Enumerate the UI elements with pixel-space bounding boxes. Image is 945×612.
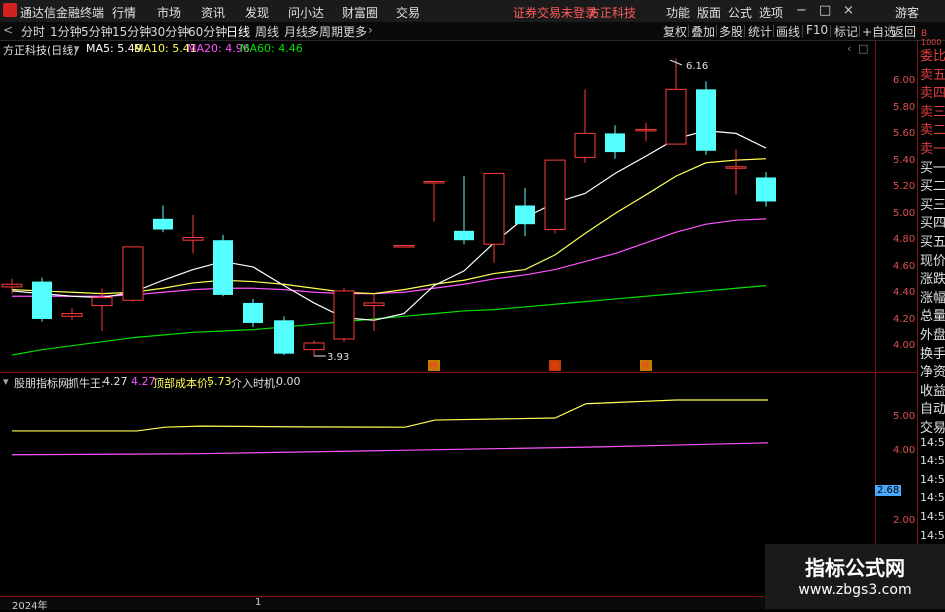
side-panel-label: 自动	[920, 402, 945, 418]
watermark-title: 指标公式网	[805, 556, 905, 580]
candle-body-up	[333, 290, 355, 340]
indicator-name[interactable]: 股朋指标网	[14, 375, 69, 391]
side-panel-label: 外盘	[920, 328, 945, 343]
price-tick: 6.00	[893, 75, 916, 86]
event-marker-text: 预	[641, 361, 650, 372]
candle-body-up	[574, 132, 596, 158]
annotations: 6.16 3.93 榜 涨 预	[314, 59, 708, 372]
indicator-tick: 5.00	[893, 411, 916, 422]
candle-body-up	[1, 283, 23, 288]
side-panel-label: 14:56	[920, 435, 945, 449]
candle-body-down	[756, 177, 776, 202]
side-panel-label: 卖五	[920, 67, 945, 83]
side-panel-label: 委比	[920, 49, 945, 64]
kline-chart[interactable]: 6.16 3.93 榜 涨 预	[0, 0, 945, 609]
price-tick: 4.60	[893, 261, 916, 272]
candle-body-up	[725, 166, 747, 169]
candle-body-down	[213, 240, 233, 295]
candle-body-down	[274, 320, 294, 354]
candle-body-up	[303, 342, 325, 351]
price-tick: 4.00	[893, 340, 916, 351]
side-panel-label: 涨跌	[920, 272, 945, 288]
cost-value: 5.73	[207, 375, 232, 388]
watermark-url: www.zbgs3.com	[798, 582, 912, 598]
event-marker-text: 榜	[429, 360, 438, 372]
niu-label: 抓牛王:	[68, 377, 105, 390]
price-tick: 5.20	[893, 181, 916, 192]
candle-body-up	[91, 297, 113, 307]
candle-body-up	[363, 302, 385, 307]
indicator-header: ▾ 股朋指标网 抓牛王: 4.27 4.27 顶部成本价: 5.73 介入时机:…	[0, 374, 870, 391]
price-tick: 5.40	[893, 155, 916, 166]
year-label: 2024年	[12, 601, 48, 612]
entry-label: 介入时机:	[231, 377, 279, 390]
candle-body-up	[423, 180, 445, 184]
price-tick: 4.40	[893, 287, 916, 298]
candle-body-down	[153, 218, 173, 230]
candle-body-up	[393, 245, 415, 248]
low-price-label: 3.93	[327, 352, 349, 363]
side-panel-label: 14:56	[920, 491, 945, 505]
candle-body-down	[32, 281, 52, 319]
side-panel-label: 净资	[920, 365, 945, 381]
side-panel-label: 买二	[920, 179, 945, 195]
side-panel-label: 买五	[920, 235, 945, 250]
indicator-lines	[11, 399, 769, 456]
cost-line	[12, 399, 768, 432]
candle-body-up	[182, 237, 204, 241]
side-panel-label: 卖四	[920, 86, 945, 102]
candle-body-up	[61, 313, 83, 317]
side-panel-label: 现价	[920, 253, 945, 269]
price-tick: 5.00	[893, 208, 916, 219]
watermark: 指标公式网 www.zbgs3.com	[765, 544, 945, 609]
price-tick: 4.20	[893, 314, 916, 325]
date-marker: 1	[255, 597, 262, 608]
side-panel-label: 总量	[920, 309, 945, 325]
price-tick: 4.80	[893, 234, 916, 245]
side-panel-label: 14:56	[920, 472, 945, 486]
candle-body-down	[605, 133, 625, 153]
candles	[1, 58, 776, 357]
candle-body-up	[544, 159, 566, 231]
indicator-tick: 2.00	[893, 515, 916, 526]
candle-body-down	[696, 89, 716, 151]
side-panel-label: 涨幅	[920, 290, 945, 306]
side-panel-label: 14:56	[920, 454, 945, 468]
ma-lines	[11, 130, 767, 356]
price-tick: 5.80	[893, 102, 916, 113]
side-panel-label: 买四	[920, 216, 945, 232]
niu-line	[11, 442, 769, 456]
candle-body-down	[454, 230, 474, 241]
cost-label: 顶部成本价:	[153, 377, 212, 390]
event-marker-text: 涨	[550, 361, 559, 372]
side-panel-label: 交易	[920, 421, 945, 436]
side-panel-label: 14:56	[920, 510, 945, 523]
quote-side-panel: B 1000 委比 卖五 卖四 卖三 卖二 卖一 买一 买二 买三 买四 买五 现价 涨跌 涨幅 总量 外盘换…	[917, 29, 945, 597]
side-panel-label: 买一	[920, 160, 945, 176]
side-panel-label: 14:56	[920, 528, 945, 542]
niu-value: 4.27	[103, 375, 128, 388]
niu-value-2: 4.27	[131, 375, 156, 388]
side-panel-label: 卖一	[920, 142, 945, 157]
high-price-label: 6.16	[686, 61, 708, 72]
candle-body-up	[665, 88, 687, 145]
candle-body-up	[122, 246, 144, 301]
price-axis: 6.00 5.80 5.60 5.40 5.20 5.00 4.80 4.60 …	[875, 41, 917, 372]
candle-body-up	[483, 172, 505, 245]
price-tick: 5.60	[893, 128, 916, 139]
candle-body-down	[515, 205, 535, 225]
side-panel-label: 卖二	[920, 123, 945, 139]
candle-body-up	[635, 128, 657, 132]
candle-body-down	[243, 302, 263, 323]
side-panel-label: 换手	[920, 346, 945, 362]
indicator-settings-icon[interactable]: ▾	[3, 375, 9, 388]
indicator-current-value: 2.68	[875, 485, 902, 496]
side-panel-label: 买三	[920, 197, 945, 213]
side-panel-label: 收益	[920, 383, 945, 399]
indicator-tick: 4.00	[893, 445, 916, 456]
side-panel-label: 卖三	[920, 104, 945, 120]
entry-value: 0.00	[276, 375, 301, 388]
